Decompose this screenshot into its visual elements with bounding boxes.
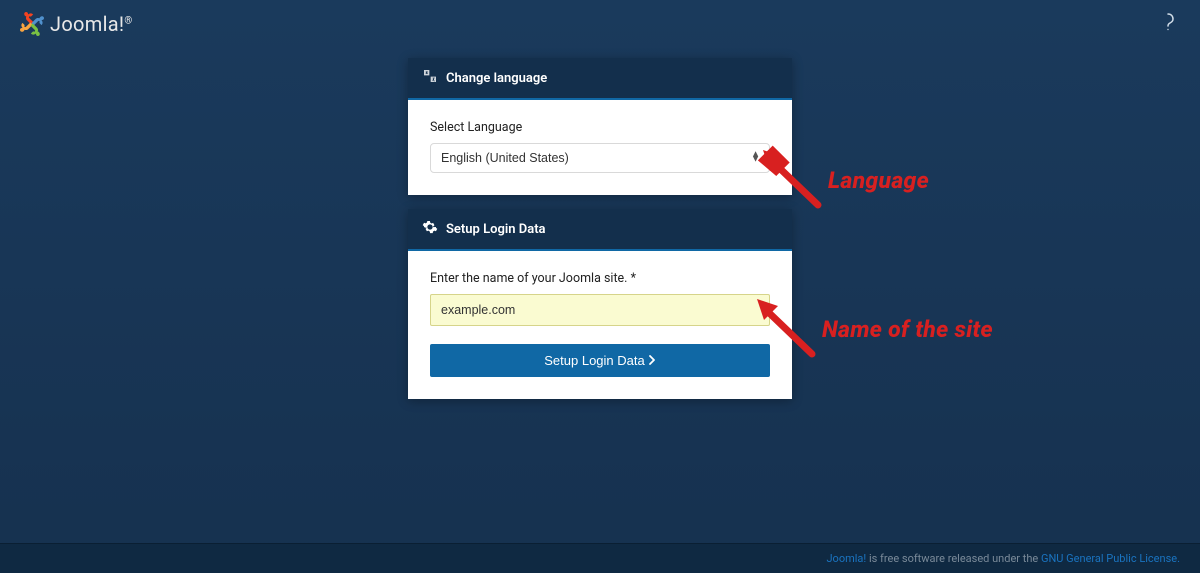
language-icon <box>422 68 438 88</box>
footer-text: Joomla! is free software released under … <box>826 552 1180 565</box>
brand-name: Joomla!® <box>50 12 133 36</box>
language-select[interactable]: English (United States) <box>430 143 770 173</box>
brand-logo: Joomla!® <box>20 12 133 36</box>
change-language-header: Change language <box>408 58 792 100</box>
setup-login-button[interactable]: Setup Login Data <box>430 344 770 377</box>
installer-container: Change language Select Language English … <box>408 58 792 399</box>
footer: Joomla! is free software released under … <box>0 543 1200 573</box>
change-language-body: Select Language English (United States) … <box>408 100 792 195</box>
joomla-logo-icon <box>20 12 44 36</box>
change-language-card: Change language Select Language English … <box>408 58 792 195</box>
select-language-label: Select Language <box>430 120 770 135</box>
setup-login-card: Setup Login Data Enter the name of your … <box>408 209 792 399</box>
setup-login-body: Enter the name of your Joomla site. * Se… <box>408 251 792 399</box>
footer-brand-link[interactable]: Joomla! <box>826 552 866 565</box>
gear-icon <box>422 219 438 239</box>
site-name-label: Enter the name of your Joomla site. * <box>430 271 770 286</box>
annotation-language-label: Language <box>828 167 929 194</box>
annotation-sitename-label: Name of the site <box>822 316 993 343</box>
chevron-right-icon <box>649 353 656 368</box>
setup-login-title: Setup Login Data <box>446 222 546 237</box>
site-name-input[interactable] <box>430 294 770 326</box>
header-bar: Joomla!® <box>0 0 1200 48</box>
footer-license-link[interactable]: GNU General Public License. <box>1041 552 1180 565</box>
change-language-title: Change language <box>446 71 547 86</box>
help-icon[interactable] <box>1156 8 1180 40</box>
setup-login-header: Setup Login Data <box>408 209 792 251</box>
setup-login-button-label: Setup Login Data <box>544 353 644 368</box>
language-select-wrap: English (United States) ▲▼ <box>430 143 770 173</box>
